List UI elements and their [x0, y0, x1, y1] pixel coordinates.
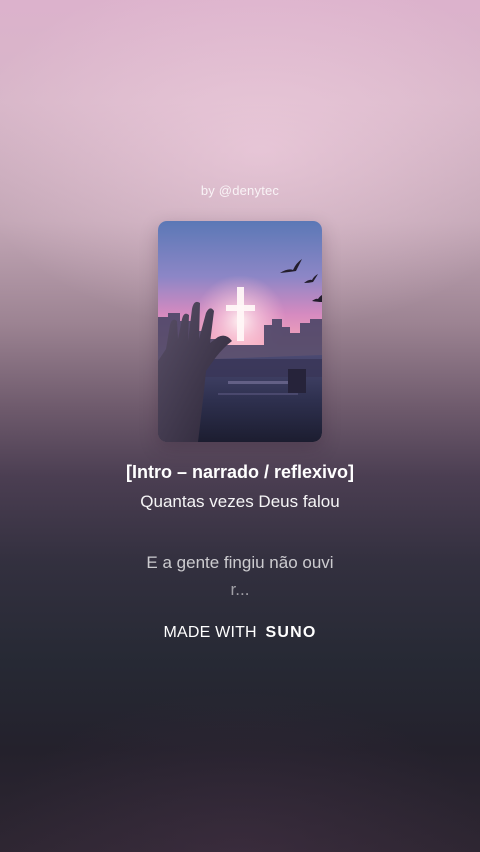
lyrics-line: Quantas vezes Deus falou	[140, 492, 340, 511]
made-with-label: MADE WITH	[163, 624, 257, 641]
cover-art-image	[158, 221, 322, 442]
lyrics-line-continuation: r...	[230, 580, 250, 599]
suno-logo: SUNO	[265, 624, 317, 641]
lyrics-line: E a gente fingiu não ouvi	[146, 553, 334, 572]
made-with-suno-badge: MADE WITH SUNO	[0, 624, 480, 642]
lyrics-section-title: [Intro – narrado / reflexivo]	[125, 462, 355, 482]
artist-byline: by @denytec	[200, 183, 280, 198]
